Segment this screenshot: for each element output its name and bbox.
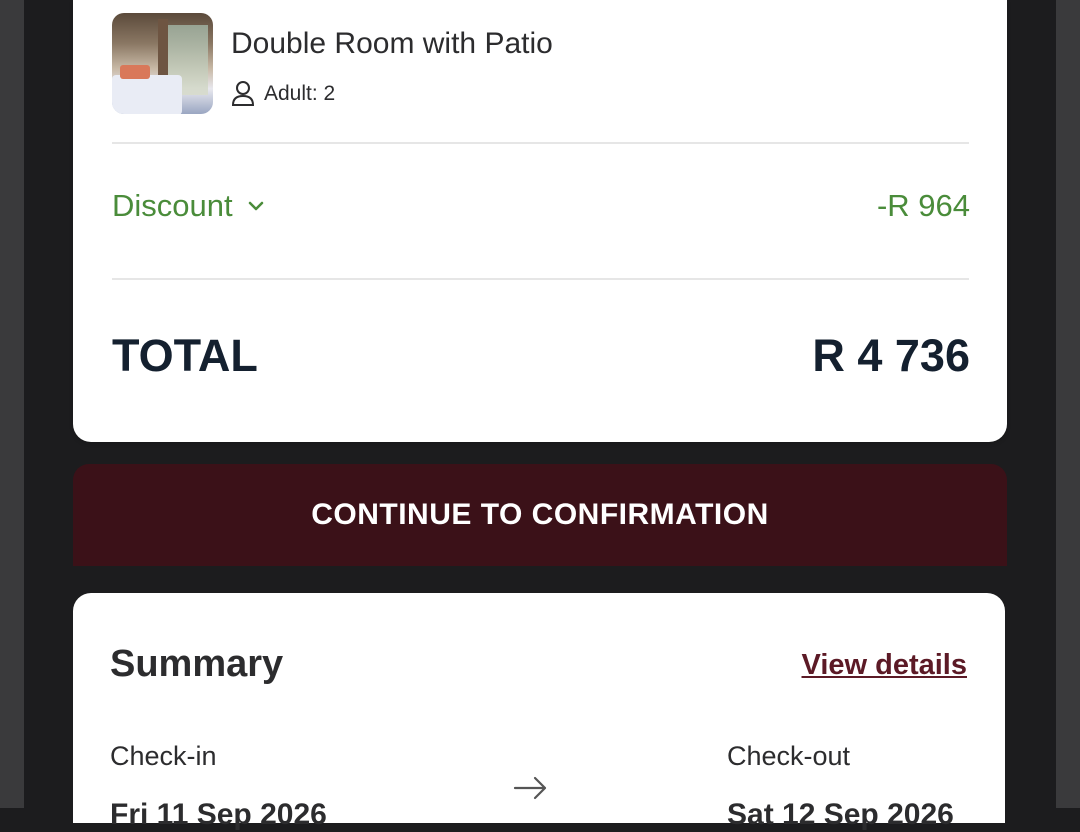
continue-to-confirmation-button[interactable]: CONTINUE TO CONFIRMATION [73, 464, 1007, 566]
discount-toggle[interactable]: Discount [112, 188, 265, 224]
booking-card: Double Room with Patio Adult: 2 Discount… [73, 0, 1007, 442]
checkout-label: Check-out [727, 741, 851, 771]
total-label: TOTAL [112, 330, 258, 381]
summary-card: Summary View details Check-in Check-out … [73, 593, 1005, 831]
checkin-date: Fri 11 Sep 2026 [110, 798, 327, 831]
checkin-label: Check-in [110, 741, 217, 771]
total-amount: R 4 736 [812, 330, 970, 381]
view-details-link[interactable]: View details [802, 649, 968, 682]
divider [112, 278, 969, 280]
discount-amount: -R 964 [876, 188, 970, 223]
room-thumbnail [112, 13, 213, 114]
chevron-down-icon [248, 201, 263, 211]
checkout-date: Sat 12 Sep 2026 [727, 798, 954, 831]
left-frame [0, 0, 24, 808]
summary-title: Summary [110, 643, 284, 685]
right-frame [1056, 0, 1080, 808]
discount-label: Discount [112, 188, 233, 223]
room-title: Double Room with Patio [231, 27, 553, 60]
guest-count: Adult: 2 [264, 82, 336, 105]
person-icon [231, 81, 255, 106]
arrow-right-icon [513, 776, 547, 800]
divider [112, 142, 969, 144]
